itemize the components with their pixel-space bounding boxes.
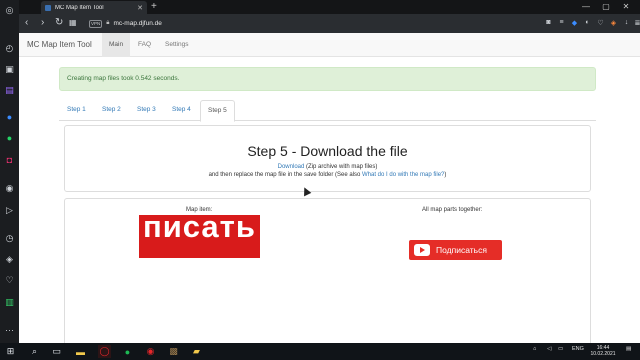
menu-icon[interactable]: ≡ xyxy=(557,18,566,27)
address-bar: ‹ › ↻ ▦ VPN 🔒︎ mc-map.djfun.de ◙ ≡ ◆ ◐ ♡… xyxy=(19,14,640,33)
nav-faq[interactable]: FAQ xyxy=(131,33,158,57)
minecraft-icon[interactable]: ▩ xyxy=(167,345,180,358)
language-indicator[interactable]: ENG xyxy=(572,346,584,352)
browser-sidebar: ◎ ◴ ▣ ▤ ● ● ◘ ◉ ▷ ◷ ◈ ♡ ▥ ··· xyxy=(0,0,19,343)
file-explorer-icon[interactable]: ▬ xyxy=(74,345,87,358)
volume-icon[interactable]: ◁ xyxy=(547,346,551,352)
map-item-image: писать xyxy=(139,215,260,258)
vpn-icon[interactable]: ◐ xyxy=(583,18,592,27)
success-alert: Creating map files took 0.542 seconds. xyxy=(59,67,596,91)
subscribe-label: Подписаться xyxy=(436,245,487,255)
reload-icon[interactable]: ↻ xyxy=(55,17,63,29)
tab-close-icon[interactable]: ✕ xyxy=(137,4,143,12)
instagram-icon[interactable]: ◘ xyxy=(3,154,16,167)
more-icon[interactable]: ··· xyxy=(3,324,16,337)
nav-main[interactable]: Main xyxy=(102,33,131,57)
download-note: (Zip archive with map files) xyxy=(304,164,378,170)
whatsapp-icon[interactable]: ● xyxy=(3,132,16,145)
download-icon[interactable]: ↓ xyxy=(622,18,631,27)
preview-panel: Map item: All map parts together: писать… xyxy=(64,198,591,343)
camera-icon[interactable]: ◙ xyxy=(544,18,553,27)
tab-title: MC Map Item Tool xyxy=(55,4,104,11)
history-icon[interactable]: ◷ xyxy=(3,232,16,245)
web-page: MC Map Item Tool Main FAQ Settings Creat… xyxy=(19,33,640,343)
site-brand[interactable]: MC Map Item Tool xyxy=(27,40,92,49)
help-link[interactable]: What do I do with the map file? xyxy=(362,172,444,178)
forward-icon[interactable]: › xyxy=(41,17,44,29)
task-view-icon[interactable]: ▭ xyxy=(50,345,63,358)
map-parts-image: Подписаться xyxy=(409,240,502,260)
screen: ◎ ◴ ▣ ▤ ● ● ◘ ◉ ▷ ◷ ◈ ♡ ▥ ··· MC Map Ite… xyxy=(0,0,640,360)
replace-line: and then replace the map file in the sav… xyxy=(65,172,590,178)
taskbar: ⊞ ⌕ ▭ ▬ ◯ ● ◉ ▩ ▰ ⌂ ◁ ▭ ENG 16:44 10.02.… xyxy=(0,343,640,360)
download-link[interactable]: Download xyxy=(278,164,305,170)
tab-step-2[interactable]: Step 2 xyxy=(95,100,128,121)
close-window-button[interactable]: ✕ xyxy=(619,0,633,14)
windows-icon[interactable]: ⊞ xyxy=(4,345,17,358)
cube-icon[interactable]: ◈ xyxy=(3,253,16,266)
battery-icon[interactable]: ▭ xyxy=(558,346,563,352)
opera-logo-icon[interactable]: ◎ xyxy=(3,4,16,17)
bag-icon[interactable]: ▣ xyxy=(3,63,16,76)
url-text[interactable]: mc-map.djfun.de xyxy=(113,20,161,27)
clock-date: 10.02.2021 xyxy=(590,351,616,357)
tab-step-5[interactable]: Step 5 xyxy=(200,100,235,122)
download-line: Download (Zip archive with map files) xyxy=(65,164,590,170)
back-icon[interactable]: ‹ xyxy=(25,17,28,29)
map-item-label: Map item: xyxy=(186,207,213,213)
url-field[interactable]: VPN 🔒︎ mc-map.djfun.de xyxy=(89,17,162,30)
maximize-button[interactable]: ▢ xyxy=(599,0,613,14)
download-panel: Step 5 - Download the file Download (Zip… xyxy=(64,125,591,192)
page-title: Step 5 - Download the file xyxy=(247,143,408,159)
tab-bar: MC Map Item Tool ✕ + — ▢ ✕ xyxy=(19,0,640,14)
speed-dial-icon[interactable]: ◴ xyxy=(3,42,16,55)
cube-icon[interactable]: ◈ xyxy=(609,18,618,27)
lock-icon[interactable]: 🔒︎ xyxy=(106,20,109,27)
tab-step-3[interactable]: Step 3 xyxy=(130,100,163,121)
heart-icon[interactable]: ♡ xyxy=(3,274,16,287)
search-icon[interactable]: ⌕ xyxy=(28,345,41,358)
shield-icon[interactable]: ◆ xyxy=(570,18,579,27)
network-icon[interactable]: ⌂ xyxy=(533,346,536,352)
vpn-badge[interactable]: VPN xyxy=(89,19,103,28)
nav-settings[interactable]: Settings xyxy=(158,33,196,57)
new-tab-button[interactable]: + xyxy=(151,0,157,14)
replace-text: and then replace the map file in the sav… xyxy=(208,172,363,178)
opera-icon[interactable]: ◯ xyxy=(98,345,111,358)
send-icon[interactable]: ▷ xyxy=(3,204,16,217)
twitch-icon[interactable]: ▤ xyxy=(3,84,16,97)
step-tabs: Step 1 Step 2 Step 3 Step 4 Step 5 xyxy=(59,100,596,122)
speed-dial-icon[interactable]: ▦ xyxy=(69,17,77,29)
youtube-play-icon xyxy=(414,244,430,256)
minimize-button[interactable]: — xyxy=(579,0,593,14)
map-parts-label: All map parts together: xyxy=(422,207,483,213)
folder-icon[interactable]: ▰ xyxy=(190,345,203,358)
spotify-icon[interactable]: ● xyxy=(121,345,134,358)
map-item-image-text: писать xyxy=(143,215,256,244)
tab-step-1[interactable]: Step 1 xyxy=(60,100,93,121)
favicon-icon xyxy=(45,4,51,11)
heart-icon[interactable]: ♡ xyxy=(596,18,605,27)
notifications-icon[interactable]: ▤ xyxy=(626,346,631,352)
wifi-icon[interactable]: ▥ xyxy=(3,296,16,309)
site-navbar: MC Map Item Tool Main FAQ Settings xyxy=(19,33,640,57)
app-icon[interactable]: ◉ xyxy=(144,345,157,358)
clock[interactable]: 16:44 10.02.2021 xyxy=(588,345,618,357)
music-icon[interactable]: ◉ xyxy=(3,182,16,195)
tab-step-4[interactable]: Step 4 xyxy=(165,100,198,121)
replace-end: ) xyxy=(444,172,447,178)
settings-icon[interactable]: ≣ xyxy=(633,18,640,27)
tab-mc-map-item-tool[interactable]: MC Map Item Tool ✕ xyxy=(41,1,147,14)
messenger-icon[interactable]: ● xyxy=(3,111,16,124)
